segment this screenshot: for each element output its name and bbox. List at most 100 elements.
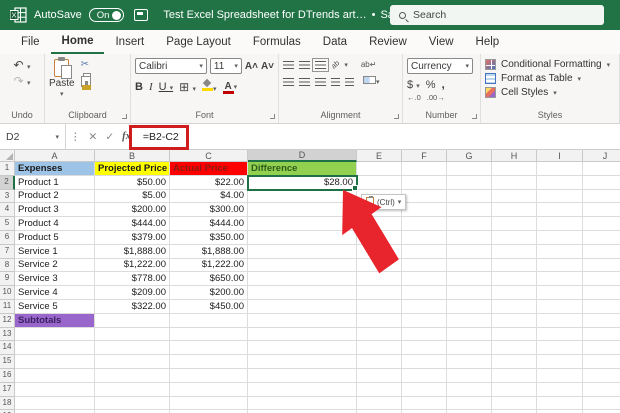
align-center-button[interactable] xyxy=(299,78,310,86)
cell-F5[interactable] xyxy=(402,217,447,231)
orientation-button[interactable]: ab xyxy=(329,58,341,70)
document-title[interactable]: Test Excel Spreadsheet for DTrends art… … xyxy=(163,9,420,21)
decrease-indent-button[interactable] xyxy=(331,78,340,86)
cell-D2[interactable]: $28.00 xyxy=(248,176,357,190)
cell-B14[interactable] xyxy=(95,341,170,355)
cell-E12[interactable] xyxy=(357,314,402,328)
cell-C3[interactable]: $4.00 xyxy=(170,190,248,204)
cell-H15[interactable] xyxy=(492,355,537,369)
cell-I15[interactable] xyxy=(537,355,583,369)
cell-F3[interactable] xyxy=(402,190,447,204)
row-header-13[interactable]: 13 xyxy=(0,328,15,342)
autosave-toggle[interactable]: On xyxy=(89,8,125,22)
select-all-button[interactable] xyxy=(0,150,15,162)
cell-F9[interactable] xyxy=(402,272,447,286)
fill-color-button[interactable]: ▾ xyxy=(202,80,217,94)
cell-E10[interactable] xyxy=(357,286,402,300)
row-header-9[interactable]: 9 xyxy=(0,272,15,286)
cell-D11[interactable] xyxy=(248,300,357,314)
clipboard-dialog-launcher-icon[interactable] xyxy=(122,114,127,119)
cell-H17[interactable] xyxy=(492,383,537,397)
column-header-E[interactable]: E xyxy=(357,150,402,162)
tab-home[interactable]: Home xyxy=(51,31,105,54)
cell-G15[interactable] xyxy=(447,355,492,369)
bottom-align-button[interactable] xyxy=(315,61,326,69)
cell-A4[interactable]: Product 3 xyxy=(15,203,95,217)
paste-options-button[interactable]: (Ctrl) ▾ xyxy=(361,194,406,210)
alignment-dialog-launcher-icon[interactable] xyxy=(394,114,399,119)
cell-D13[interactable] xyxy=(248,328,357,342)
cell-G8[interactable] xyxy=(447,259,492,273)
cell-G9[interactable] xyxy=(447,272,492,286)
tab-view[interactable]: View xyxy=(418,32,465,53)
cell-D1[interactable]: Difference xyxy=(248,162,357,176)
cell-H4[interactable] xyxy=(492,203,537,217)
cell-G7[interactable] xyxy=(447,245,492,259)
column-header-A[interactable]: A xyxy=(15,150,95,162)
column-header-D[interactable]: D xyxy=(248,150,357,162)
column-header-F[interactable]: F xyxy=(402,150,447,162)
cell-E8[interactable] xyxy=(357,259,402,273)
cell-H13[interactable] xyxy=(492,328,537,342)
cell-B5[interactable]: $444.00 xyxy=(95,217,170,231)
cell-J9[interactable] xyxy=(583,272,620,286)
cell-I10[interactable] xyxy=(537,286,583,300)
cell-J1[interactable] xyxy=(583,162,620,176)
bold-button[interactable]: B xyxy=(135,81,143,93)
cell-C1[interactable]: Actual Price xyxy=(170,162,248,176)
cell-E1[interactable] xyxy=(357,162,402,176)
cell-F4[interactable] xyxy=(402,203,447,217)
cell-A15[interactable] xyxy=(15,355,95,369)
formula-input[interactable]: =B2-C2 xyxy=(143,131,179,143)
cell-A17[interactable] xyxy=(15,383,95,397)
tab-data[interactable]: Data xyxy=(312,32,358,53)
cell-E6[interactable] xyxy=(357,231,402,245)
column-header-J[interactable]: J xyxy=(583,150,620,162)
number-format-select[interactable]: Currency▾ xyxy=(407,58,473,74)
cell-A12[interactable]: Subtotals xyxy=(15,314,95,328)
cell-H12[interactable] xyxy=(492,314,537,328)
column-header-B[interactable]: B xyxy=(95,150,170,162)
cell-E2[interactable] xyxy=(357,176,402,190)
cell-J3[interactable] xyxy=(583,190,620,204)
cell-A6[interactable]: Product 5 xyxy=(15,231,95,245)
cell-I8[interactable] xyxy=(537,259,583,273)
format-as-table-button[interactable]: Format as Table▾ xyxy=(485,73,615,84)
cell-C11[interactable]: $450.00 xyxy=(170,300,248,314)
comma-style-button[interactable]: , xyxy=(441,77,444,91)
row-header-3[interactable]: 3 xyxy=(0,190,15,204)
cell-A14[interactable] xyxy=(15,341,95,355)
cell-I2[interactable] xyxy=(537,176,583,190)
name-box[interactable]: D2 ▾ xyxy=(0,124,66,149)
cell-D6[interactable] xyxy=(248,231,357,245)
row-header-16[interactable]: 16 xyxy=(0,369,15,383)
borders-button[interactable]: ⊞ ▾ xyxy=(179,80,196,94)
cell-B15[interactable] xyxy=(95,355,170,369)
cell-J6[interactable] xyxy=(583,231,620,245)
cell-C5[interactable]: $444.00 xyxy=(170,217,248,231)
cell-C17[interactable] xyxy=(170,383,248,397)
cell-J11[interactable] xyxy=(583,300,620,314)
cell-F11[interactable] xyxy=(402,300,447,314)
increase-font-icon[interactable]: A˄ xyxy=(245,61,258,72)
decrease-font-icon[interactable]: A˅ xyxy=(261,61,274,72)
accounting-format-button[interactable]: $ ▾ xyxy=(407,79,420,91)
redo-button[interactable]: ↷ ▾ xyxy=(14,76,31,89)
cell-C6[interactable]: $350.00 xyxy=(170,231,248,245)
cell-I17[interactable] xyxy=(537,383,583,397)
row-header-5[interactable]: 5 xyxy=(0,217,15,231)
cell-D16[interactable] xyxy=(248,369,357,383)
cell-F18[interactable] xyxy=(402,397,447,411)
insert-function-icon[interactable]: fx xyxy=(118,131,135,142)
cell-J4[interactable] xyxy=(583,203,620,217)
cell-G1[interactable] xyxy=(447,162,492,176)
row-header-11[interactable]: 11 xyxy=(0,300,15,314)
cell-H9[interactable] xyxy=(492,272,537,286)
cell-C4[interactable]: $300.00 xyxy=(170,203,248,217)
cell-E7[interactable] xyxy=(357,245,402,259)
cell-G13[interactable] xyxy=(447,328,492,342)
percent-style-button[interactable]: % xyxy=(426,79,436,91)
cell-I9[interactable] xyxy=(537,272,583,286)
row-header-8[interactable]: 8 xyxy=(0,259,15,273)
tab-review[interactable]: Review xyxy=(358,32,418,53)
